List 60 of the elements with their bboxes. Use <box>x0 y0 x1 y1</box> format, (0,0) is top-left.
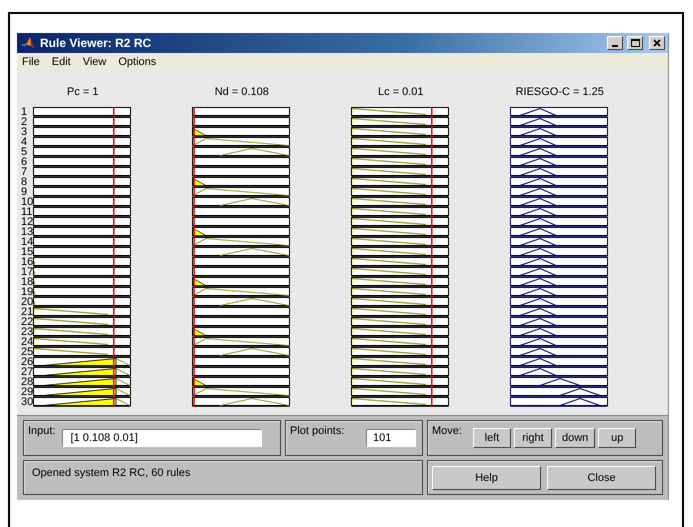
rule-number: 18 <box>21 277 34 287</box>
move-label: Move: <box>432 425 462 437</box>
rule-number: 2 <box>21 117 28 127</box>
variable-heading: Nd = 0.108 <box>214 86 269 100</box>
variable-heading: RIESGO-C = 1.25 <box>516 86 604 100</box>
variable-heading: Pc = 1 <box>67 86 98 100</box>
rule-number: 10 <box>21 197 34 207</box>
input-field[interactable]: [1 0.108 0.01] <box>62 429 262 447</box>
rule-number: 13 <box>21 227 34 237</box>
rule-number: 15 <box>21 247 34 257</box>
window-title: Rule Viewer: R2 RC <box>40 36 152 50</box>
move-button[interactable]: right <box>514 428 552 448</box>
app-logo-icon <box>20 36 36 50</box>
input-label: Input: <box>28 425 56 437</box>
rule-number: 5 <box>21 147 28 157</box>
rule-number: 25 <box>21 347 34 357</box>
rule-number: 29 <box>21 387 34 397</box>
rule-number: 22 <box>21 317 34 327</box>
rule-number: 14 <box>21 237 34 247</box>
rule-number: 12 <box>21 217 34 227</box>
rule-number: 3 <box>21 127 28 137</box>
menu-item[interactable]: Options <box>118 56 156 68</box>
rule-number: 19 <box>21 287 34 297</box>
input-marker-line[interactable] <box>113 107 115 407</box>
rule-number: 7 <box>21 167 28 177</box>
close-icon <box>653 39 661 47</box>
input-marker-line[interactable] <box>194 107 195 407</box>
rule-number: 27 <box>21 367 34 377</box>
rule-number: 24 <box>21 337 34 347</box>
maximize-button[interactable] <box>627 36 643 50</box>
rule-number: 21 <box>21 307 34 317</box>
maximize-icon <box>630 39 640 47</box>
rule-number: 17 <box>21 267 34 277</box>
menu-item[interactable]: File <box>22 56 40 68</box>
move-button[interactable]: left <box>472 428 511 448</box>
input-marker-line[interactable] <box>431 107 433 407</box>
dialog-button[interactable]: Close <box>547 466 656 490</box>
rule-number: 9 <box>21 187 28 197</box>
rule-number: 1 <box>21 107 28 117</box>
plot-points-label: Plot points: <box>290 425 344 437</box>
rule-number: 23 <box>21 327 34 337</box>
rule-number: 8 <box>21 177 28 187</box>
move-button[interactable]: up <box>598 428 636 448</box>
status-message: Opened system R2 RC, 60 rules <box>32 467 190 479</box>
rule-number: 26 <box>21 357 34 367</box>
rule-number: 20 <box>21 297 34 307</box>
rule-number: 6 <box>21 157 28 167</box>
rule-number: 11 <box>21 207 32 217</box>
rule-number: 30 <box>21 397 34 407</box>
move-button[interactable]: down <box>554 428 596 448</box>
rule-number: 4 <box>21 137 28 147</box>
rule-number: 28 <box>21 377 34 387</box>
rule-number: 16 <box>21 257 34 267</box>
dialog-button[interactable]: Help <box>432 466 541 490</box>
close-button[interactable] <box>649 36 665 50</box>
menu-item[interactable]: Edit <box>52 56 71 68</box>
menu-item[interactable]: View <box>82 56 106 68</box>
plot-points-field[interactable]: 101 <box>366 429 416 447</box>
variable-heading: Lc = 0.01 <box>378 86 424 100</box>
minimize-button[interactable] <box>607 36 623 50</box>
